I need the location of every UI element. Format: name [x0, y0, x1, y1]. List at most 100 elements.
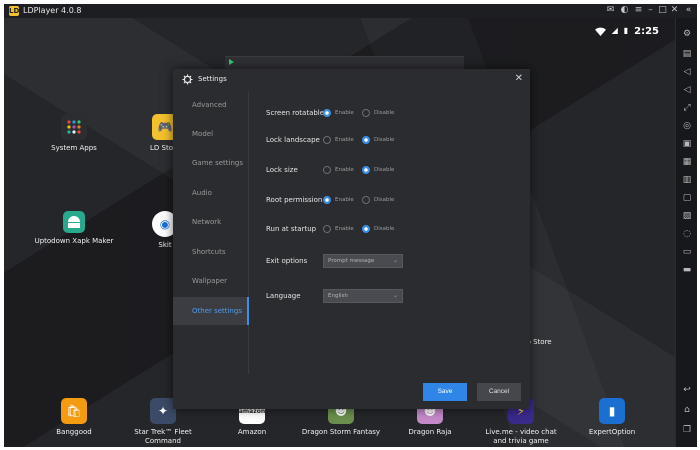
chart-icon: ▮ — [599, 398, 625, 424]
background-app-window — [225, 56, 464, 69]
select-value: Prompt message — [328, 258, 375, 264]
lock-size-enable-radio[interactable] — [323, 166, 331, 174]
ldplayer-logo-icon: LD — [9, 6, 20, 16]
signal-icon: ◢ — [611, 26, 618, 35]
settings-gear-icon[interactable]: ⚙ — [681, 28, 693, 40]
radio-label: Disable — [374, 197, 395, 203]
home-icon[interactable]: ⌂ — [681, 404, 693, 416]
dialog-header: Settings ✕ — [173, 69, 530, 91]
shared-folder-icon[interactable]: ▢ — [681, 192, 693, 204]
screenshot-icon[interactable]: ▣ — [681, 138, 693, 150]
radio-label: Enable — [335, 197, 354, 203]
android-icon — [63, 211, 85, 233]
clock: 2:25 — [634, 25, 659, 37]
grid-icon — [61, 114, 87, 140]
location-icon[interactable]: ◎ — [681, 120, 693, 132]
collapse-icon[interactable]: « — [683, 5, 694, 16]
radio-label: Enable — [335, 226, 354, 232]
setting-label: Lock landscape — [266, 136, 320, 144]
setting-label: Lock size — [266, 166, 298, 174]
battery-icon: ▮ — [623, 26, 629, 35]
nav-item-advanced[interactable]: Advanced — [173, 91, 249, 119]
root-permission-disable-radio[interactable] — [362, 196, 370, 204]
title-bar: LD LDPlayer 4.0.8 ✉ ◐ ≡ – □ ✕ « — [4, 4, 697, 18]
nav-item-audio[interactable]: Audio — [173, 179, 249, 207]
app-title: LDPlayer 4.0.8 — [23, 6, 82, 15]
app-label: Uptodown Xapk Maker — [34, 237, 114, 245]
cancel-button[interactable]: Cancel — [477, 383, 521, 401]
settings-nav: Advanced Model Game settings Audio Netwo… — [173, 91, 249, 374]
language-select[interactable]: English ⌄ — [323, 289, 403, 303]
nav-item-shortcuts[interactable]: Shortcuts — [173, 238, 249, 266]
chevron-down-icon: ⌄ — [392, 292, 398, 299]
emulator-window: LD LDPlayer 4.0.8 ✉ ◐ ≡ – □ ✕ « System A… — [4, 4, 697, 447]
dialog-title: Settings — [198, 75, 227, 83]
nav-item-other-settings[interactable]: Other settings — [173, 297, 249, 325]
recent-apps-icon[interactable]: ❐ — [681, 424, 693, 436]
settings-dialog: Settings ✕ Advanced Model Game settings … — [173, 69, 530, 409]
setting-label: Root permission — [266, 196, 323, 204]
more-icon[interactable]: ▬ — [681, 264, 693, 276]
app-system-apps[interactable]: System Apps — [34, 114, 114, 153]
setting-label: Language — [266, 292, 301, 300]
run-at-startup-disable-radio[interactable] — [362, 225, 370, 233]
volume-down-icon[interactable]: ◁ — [681, 84, 693, 96]
close-icon[interactable]: ✕ — [515, 73, 523, 85]
nav-item-game-settings[interactable]: Game settings — [173, 149, 249, 177]
keyboard-icon[interactable]: ▤ — [681, 48, 693, 60]
select-value: English — [328, 293, 348, 299]
radio-label: Enable — [335, 167, 354, 173]
radio-label: Disable — [374, 110, 395, 116]
android-desktop: System Apps 🎮 LD Store Uptodown Xapk Mak… — [4, 18, 675, 447]
run-at-startup-enable-radio[interactable] — [323, 225, 331, 233]
setting-label: Run at startup — [266, 225, 317, 233]
menu-icon[interactable]: ≡ — [633, 5, 644, 16]
nav-item-network[interactable]: Network — [173, 208, 249, 236]
app-uptodown-xapk-maker[interactable]: Uptodown Xapk Maker — [34, 211, 114, 246]
radio-label: Disable — [374, 137, 395, 143]
gear-icon — [182, 74, 193, 85]
back-icon[interactable]: ↩ — [681, 384, 693, 396]
volume-up-icon[interactable]: ◁ — [681, 66, 693, 78]
radio-label: Disable — [374, 167, 395, 173]
save-button[interactable]: Save — [423, 383, 467, 401]
screen-rotatable-enable-radio[interactable] — [323, 109, 331, 117]
app-label: System Apps — [51, 144, 97, 152]
close-icon[interactable]: ✕ — [669, 5, 680, 16]
nav-item-model[interactable]: Model — [173, 120, 249, 148]
root-permission-enable-radio[interactable] — [323, 196, 331, 204]
app-banggood[interactable]: 🛍 Banggood — [34, 398, 114, 437]
lock-size-disable-radio[interactable] — [362, 166, 370, 174]
chevron-down-icon: ⌄ — [392, 257, 398, 264]
wifi-icon — [594, 27, 606, 36]
lock-landscape-disable-radio[interactable] — [362, 136, 370, 144]
maximize-icon[interactable]: □ — [657, 5, 668, 16]
app-label: Star Trek™ Fleet Command — [134, 428, 192, 445]
exit-options-select[interactable]: Prompt message ⌄ — [323, 254, 403, 268]
radio-label: Disable — [374, 226, 395, 232]
app-expertoption[interactable]: ▮ ExpertOption — [572, 398, 652, 437]
operation-record-icon[interactable]: ▧ — [681, 210, 693, 222]
setting-label: Exit options — [266, 257, 308, 265]
fullscreen-icon[interactable]: ⤢ — [681, 102, 693, 114]
minimize-icon[interactable]: – — [645, 5, 656, 16]
shopping-bag-icon: 🛍 — [61, 398, 87, 424]
gamepad-icon[interactable]: ◐ — [619, 5, 630, 16]
record-icon[interactable]: ▦ — [681, 156, 693, 168]
folder-icon[interactable]: ▭ — [681, 246, 693, 258]
app-label: Live.me - video chat and trivia game — [485, 428, 557, 445]
lock-landscape-enable-radio[interactable] — [323, 136, 331, 144]
app-label: Dragon Raja — [408, 428, 452, 436]
status-bar: ◢ ▮ 2:25 — [594, 24, 659, 38]
dialog-footer: Save Cancel — [173, 374, 530, 409]
app-label: Banggood — [56, 428, 92, 436]
apk-install-icon[interactable]: ▥ — [681, 174, 693, 186]
app-label: Dragon Storm Fantasy — [301, 428, 381, 436]
right-toolbar: ⚙ ▤ ◁ ◁ ⤢ ◎ ▣ ▦ ▥ ▢ ▧ ◌ ▭ ▬ ↩ ⌂ ❐ — [675, 18, 697, 447]
rotate-icon[interactable]: ◌ — [681, 228, 693, 240]
mail-icon[interactable]: ✉ — [605, 5, 616, 16]
radio-label: Enable — [335, 110, 354, 116]
screen-rotatable-disable-radio[interactable] — [362, 109, 370, 117]
nav-item-wallpaper[interactable]: Wallpaper — [173, 267, 249, 295]
radio-label: Enable — [335, 137, 354, 143]
